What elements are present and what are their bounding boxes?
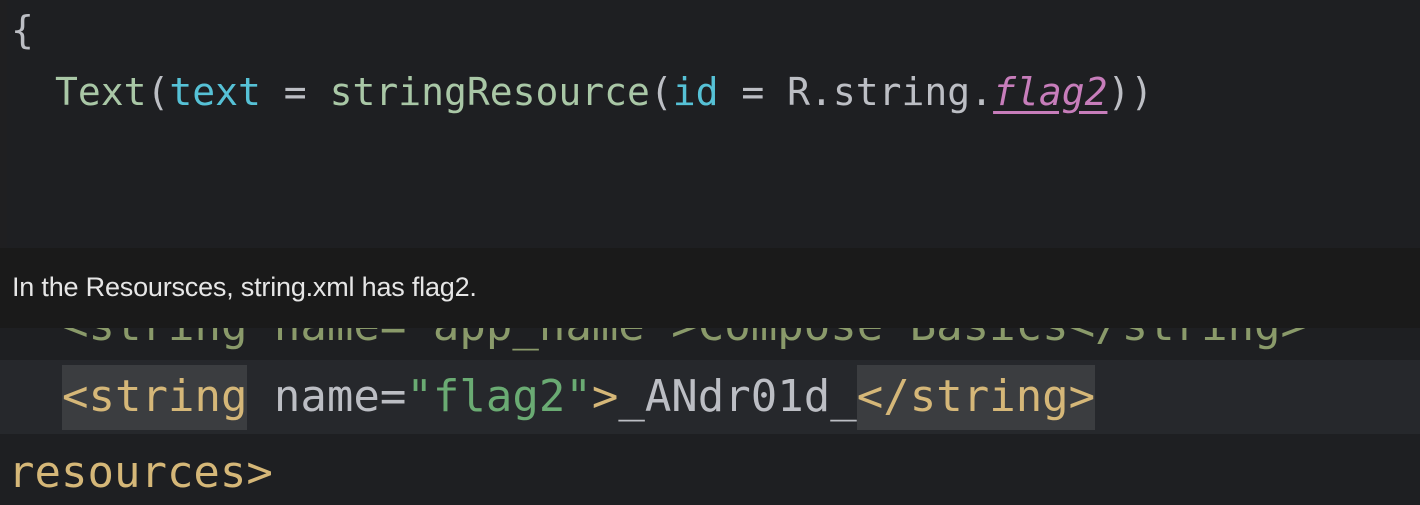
code-line-brace: { xyxy=(11,8,34,52)
code-line-text-call: Text(text = stringResource(id = R.string… xyxy=(55,68,1153,116)
code-line-resources: resources> xyxy=(8,447,273,498)
caption-text: In the Resoursces, string.xml has flag2. xyxy=(12,272,477,302)
xml-attribute-value: "flag2" xyxy=(406,371,592,422)
xml-attribute: name= xyxy=(247,371,407,422)
code-line-flag-highlighted: <string name="flag2">_ANdr01d_</string> xyxy=(0,360,1420,434)
code-token-reference: R.string. xyxy=(787,70,994,114)
code-token-function: Text xyxy=(55,70,147,114)
code-token-paren: ( xyxy=(649,70,673,114)
code-token-equals: = xyxy=(260,70,330,114)
code-token-param-id: id xyxy=(672,70,719,114)
code-token-field: flag2 xyxy=(993,70,1108,114)
code-token-param-text: text xyxy=(169,70,261,114)
caption-bar: In the Resoursces, string.xml has flag2. xyxy=(0,248,1420,328)
code-editor-top: { Text(text = stringResource(id = R.stri… xyxy=(7,0,1420,248)
code-token-call: stringResource xyxy=(329,70,650,114)
xml-close-tag: </string> xyxy=(856,365,1096,430)
xml-text-content: _ANdr01d_ xyxy=(618,371,857,422)
code-token-close-parens: )) xyxy=(1107,70,1154,114)
screenshot-page: { Text(text = stringResource(id = R.stri… xyxy=(0,0,1420,505)
code-token-paren: ( xyxy=(146,70,170,114)
code-token-equals: = xyxy=(718,70,788,114)
code-line-content: <string name="flag2">_ANdr01d_</string> xyxy=(62,365,1096,430)
xml-gt: > xyxy=(591,371,619,422)
xml-open-tag: <string xyxy=(62,365,248,430)
code-editor-bottom: <string name="app_name">Compose Basics</… xyxy=(0,298,1420,505)
